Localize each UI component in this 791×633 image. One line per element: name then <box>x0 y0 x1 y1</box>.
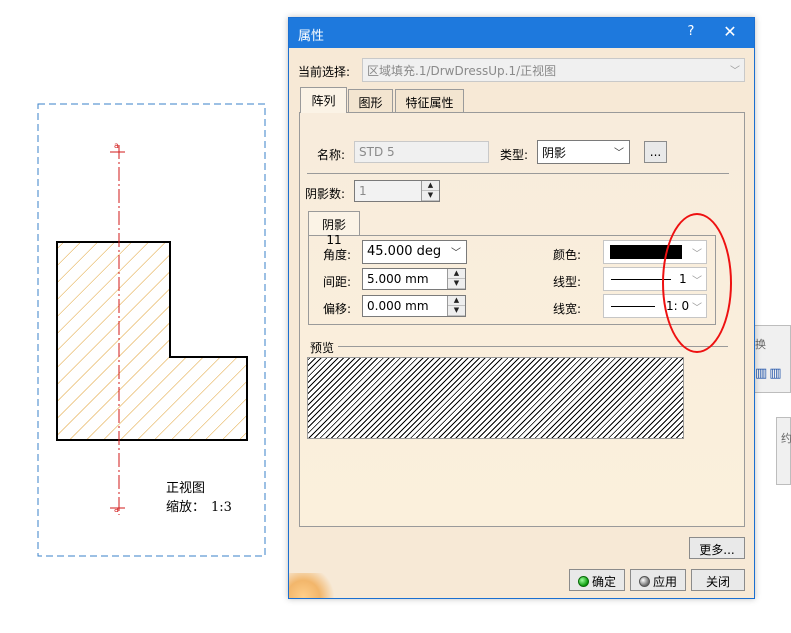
more-button[interactable]: 更多... <box>689 537 745 559</box>
linetype-preview <box>611 279 671 280</box>
linewidth-value: 1: 0 <box>666 299 690 313</box>
dialog-title: 属性 <box>298 29 325 44</box>
linewidth-label: 线宽: <box>553 302 582 316</box>
type-value: 阴影 <box>542 146 567 160</box>
spin-up-icon[interactable]: ▲ <box>448 269 465 279</box>
chevron-down-icon: ﹀ <box>692 276 702 287</box>
spin-down-icon[interactable]: ▼ <box>422 191 439 201</box>
dialog-titlebar[interactable]: 属性 ? ✕ <box>289 18 754 48</box>
offset-label: 偏移: <box>323 302 352 316</box>
angle-value: 45.000 deg <box>367 244 442 259</box>
tab-hatch-11[interactable]: 阴影11 <box>308 211 360 247</box>
apply-dot-icon <box>638 576 650 587</box>
type-dropdown[interactable]: 阴影 ﹀ <box>537 140 630 164</box>
type-label: 类型: <box>500 148 529 162</box>
axis-end-mark-bottom: a <box>114 505 119 514</box>
angle-label: 角度: <box>323 248 352 262</box>
scale-text: 缩放： <box>166 500 206 515</box>
spin-down-icon[interactable]: ▼ <box>448 306 465 316</box>
spacing-spin[interactable]: ▲ ▼ <box>447 269 465 289</box>
close-button[interactable]: 关闭 <box>691 569 745 591</box>
tab-feature-properties[interactable]: 特征属性 <box>395 89 464 113</box>
drawing-canvas: a a <box>37 103 266 557</box>
ok-label: 确定 <box>591 575 616 589</box>
chevron-down-icon: ﹀ <box>730 66 740 77</box>
drawing-sheet: a a 正视图 缩放： 1:3 <box>0 0 290 633</box>
tab-array[interactable]: 阵列 <box>300 87 347 113</box>
chevron-down-icon: ﹀ <box>692 249 702 260</box>
linetype-value: 1 <box>679 272 687 286</box>
chevron-down-icon: ﹀ <box>451 248 461 259</box>
spin-up-icon[interactable]: ▲ <box>448 296 465 306</box>
background-toolbar-label: 换 <box>755 338 766 351</box>
screen: { "drawing": { "view_name": "正视图", "scal… <box>0 0 791 633</box>
tab-panel: 名称: STD 5 类型: 阴影 ﹀ ... 阴影数: 1 ▲ ▼ 阴影11 角… <box>299 112 745 527</box>
angle-dropdown[interactable]: 45.000 deg ﹀ <box>362 240 467 264</box>
offset-stepper[interactable]: 0.000 mm ▲ ▼ <box>362 295 466 317</box>
background-panel-label: 约 <box>781 432 791 445</box>
linetype-dropdown[interactable]: 1 ﹀ <box>603 267 707 291</box>
hatch-count-stepper[interactable]: 1 ▲ ▼ <box>354 180 440 202</box>
background-toolbar[interactable]: 换 ▥▥ <box>752 325 791 393</box>
name-field: STD 5 <box>354 141 489 163</box>
hatched-profile[interactable] <box>56 241 248 441</box>
color-swatch <box>610 245 682 259</box>
spin-up-icon[interactable]: ▲ <box>422 181 439 191</box>
color-dropdown[interactable]: ﹀ <box>603 240 707 264</box>
ok-dot-icon <box>577 576 589 587</box>
apply-label: 应用 <box>652 575 677 589</box>
offset-spin[interactable]: ▲ ▼ <box>447 296 465 316</box>
hatch-params-group: 角度: 45.000 deg ﹀ 间距: 5.000 mm ▲ ▼ 偏移: 0.… <box>308 235 716 325</box>
tab-graphics[interactable]: 图形 <box>348 89 393 113</box>
view-scale-label: 缩放： 1:3 <box>166 496 232 515</box>
hatch-count-label: 阴影数: <box>305 187 346 201</box>
help-icon[interactable]: ? <box>682 24 700 39</box>
hatch-count-spin[interactable]: ▲ ▼ <box>421 181 439 201</box>
spacing-stepper[interactable]: 5.000 mm ▲ ▼ <box>362 268 466 290</box>
current-selection-label: 当前选择: <box>298 65 351 79</box>
corner-logo <box>289 573 337 598</box>
linetype-label: 线型: <box>553 275 582 289</box>
color-label: 颜色: <box>553 248 582 262</box>
name-label: 名称: <box>317 148 346 162</box>
apply-button[interactable]: 应用 <box>630 569 686 591</box>
current-selection-value: 区域填充.1/DrwDressUp.1/正视图 <box>367 64 557 78</box>
browse-button[interactable]: ... <box>644 141 667 163</box>
linewidth-dropdown[interactable]: 1: 0 ﹀ <box>603 294 707 318</box>
hatch-preview <box>307 357 684 439</box>
spacing-label: 间距: <box>323 275 352 289</box>
preview-label: 预览 <box>310 341 335 355</box>
hatch-count-value: 1 <box>359 184 367 198</box>
axis-end-mark-top: a <box>114 141 119 150</box>
chevron-down-icon: ﹀ <box>692 303 702 314</box>
spacing-value: 5.000 mm <box>367 272 429 286</box>
linewidth-preview <box>611 306 655 307</box>
separator <box>338 346 728 347</box>
close-icon[interactable]: ✕ <box>719 22 741 41</box>
properties-dialog: 属性 ? ✕ 当前选择: 区域填充.1/DrwDressUp.1/正视图 ﹀ 阵… <box>288 17 755 599</box>
view-name-label: 正视图 <box>166 481 206 496</box>
ok-button[interactable]: 确定 <box>569 569 625 591</box>
current-selection-combo: 区域填充.1/DrwDressUp.1/正视图 ﹀ <box>362 58 745 82</box>
scale-value: 1:3 <box>211 500 232 515</box>
chevron-down-icon: ﹀ <box>614 148 624 159</box>
background-toolbar-icons: ▥▥ <box>755 366 784 381</box>
spin-down-icon[interactable]: ▼ <box>448 279 465 289</box>
separator <box>307 173 729 174</box>
offset-value: 0.000 mm <box>367 299 429 313</box>
background-panel[interactable]: 约 <box>776 417 791 485</box>
